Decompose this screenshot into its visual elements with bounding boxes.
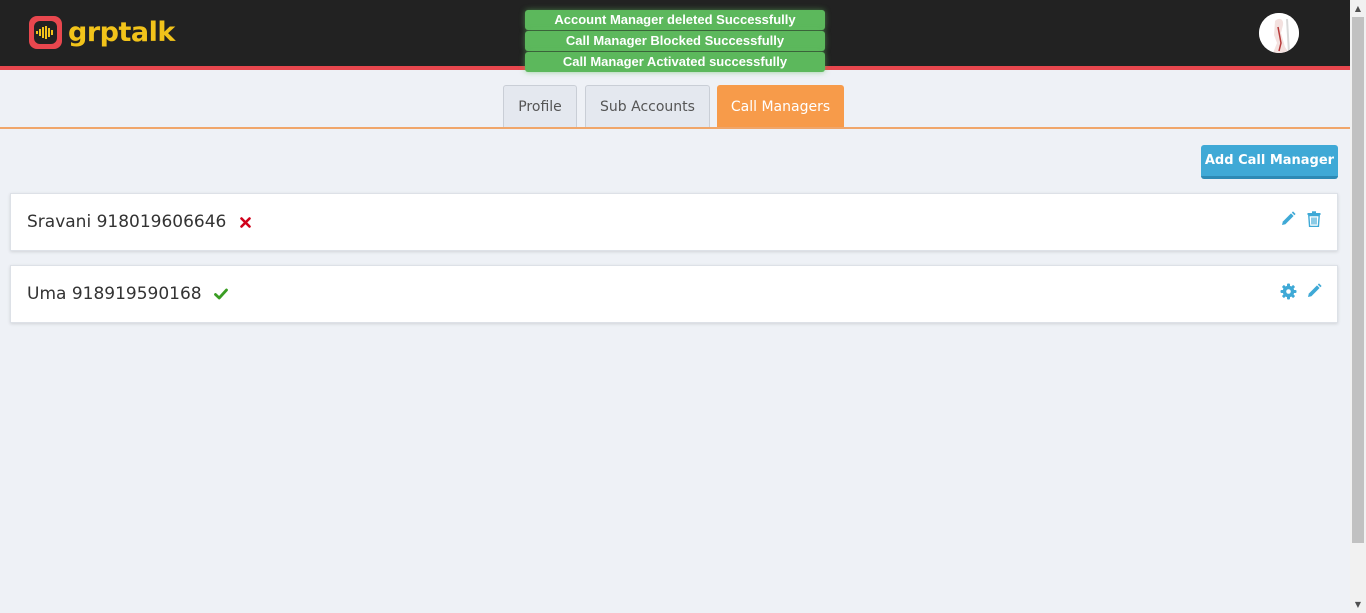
tab-bar: Profile Sub Accounts Call Managers [0,85,1350,129]
user-avatar[interactable] [1259,13,1299,53]
call-manager-card: Uma 918919590168 [10,265,1338,323]
toast-message[interactable]: Call Manager Blocked Successfully [525,31,825,51]
scroll-down-arrow-icon[interactable]: ▼ [1350,596,1366,613]
check-icon [213,287,228,301]
trash-icon[interactable] [1305,210,1323,228]
logo[interactable]: grptalk [29,16,175,49]
card-actions [1271,210,1323,228]
toast-message[interactable]: Call Manager Activated successfully [525,52,825,72]
gear-icon[interactable] [1279,282,1297,300]
add-call-manager-button[interactable]: Add Call Manager [1201,145,1338,179]
scrollbar-thumb[interactable] [1352,17,1364,543]
call-manager-card: Sravani 918019606646 [10,193,1338,251]
pencil-icon[interactable] [1305,282,1323,300]
x-icon [238,215,252,229]
scroll-up-arrow-icon[interactable]: ▲ [1350,0,1366,17]
tab-sub-accounts[interactable]: Sub Accounts [585,85,710,128]
pencil-icon[interactable] [1279,210,1297,228]
card-actions [1271,282,1323,300]
call-manager-name: Sravani 918019606646 [27,212,227,232]
vertical-scrollbar[interactable]: ▲ ▼ [1350,0,1366,613]
tab-profile[interactable]: Profile [503,85,577,128]
toast-message[interactable]: Account Manager deleted Successfully [525,10,825,30]
page: grptalk Account Manager deleted Successf… [0,0,1366,613]
tab-call-managers[interactable]: Call Managers [717,85,844,128]
logo-text: grptalk [68,16,175,48]
toast-stack: Account Manager deleted Successfully Cal… [525,10,825,73]
tab-underline [0,127,1350,129]
soundwave-logo-icon [29,16,62,49]
call-manager-name: Uma 918919590168 [27,284,202,304]
